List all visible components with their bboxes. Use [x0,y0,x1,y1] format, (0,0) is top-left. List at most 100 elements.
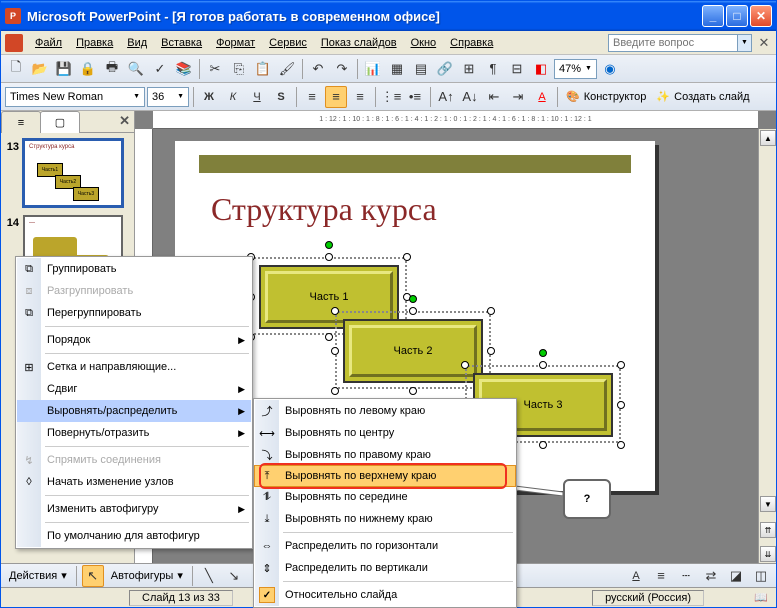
slide-thumbnail[interactable]: Структура курса Часть1 Часть2 Часть3 [23,139,123,207]
increase-indent-icon[interactable]: ⇥ [507,86,529,108]
autoshapes-menu[interactable]: Автофигуры ▾ [107,569,187,582]
line-style-icon[interactable]: ≡ [650,565,672,587]
3d-style-icon[interactable]: ◫ [750,565,772,587]
cm-distribute-h[interactable]: ⇔Распределить по горизонтали [255,535,515,557]
menu-view[interactable]: Вид [121,35,153,51]
undo-icon[interactable]: ↶ [307,58,329,80]
expand-icon[interactable]: ⊞ [458,58,480,80]
align-right-icon[interactable]: ≡ [349,86,371,108]
mdi-close-button[interactable]: ✕ [756,35,772,51]
prev-slide-icon[interactable]: ⇈ [760,522,776,538]
color-icon[interactable]: ◧ [530,58,552,80]
menu-file[interactable]: Файл [29,35,68,51]
designer-button[interactable]: 🎨 Конструктор [562,90,650,103]
spellcheck-status-icon[interactable]: 📖 [708,591,768,604]
cm-relative-to-slide[interactable]: ✓Относительно слайда [255,584,515,606]
ask-dropdown[interactable]: ▼ [738,34,752,52]
cut-icon[interactable]: ✂ [204,58,226,80]
cm-align-left[interactable]: ⤴Выровнять по левому краю [255,400,515,422]
print-icon[interactable]: 🖶 [101,58,123,80]
font-combo[interactable]: Times New Roman▼ [5,87,145,107]
font-color-icon[interactable]: A [625,565,647,587]
save-icon[interactable]: 💾 [53,58,75,80]
menu-edit[interactable]: Правка [70,35,119,51]
ask-question-input[interactable] [608,34,738,52]
cm-regroup[interactable]: ⧉Перегруппировать [17,302,251,324]
bullets-icon[interactable]: •≡ [404,86,426,108]
vertical-scrollbar[interactable]: ▲ ▼ ⇈ ⇊ [758,129,776,567]
grid-icon[interactable]: ⊟ [506,58,528,80]
document-icon[interactable] [5,34,23,52]
decrease-font-icon[interactable]: A↓ [459,86,481,108]
cm-align-middle[interactable]: ⥮Выровнять по середине [255,486,515,508]
cm-reroute[interactable]: ↯Спрямить соединения [17,449,251,471]
underline-icon[interactable]: Ч [246,86,268,108]
line-icon[interactable]: ╲ [198,565,220,587]
cm-order[interactable]: Порядок▶ [17,329,251,351]
cm-edit-points[interactable]: ◊Начать изменение узлов [17,471,251,493]
pane-close-button[interactable]: ✕ [119,113,130,129]
font-color-icon[interactable]: A [531,86,553,108]
copy-icon[interactable]: ⎘ [228,58,250,80]
zoom-combo[interactable]: 47%▼ [554,59,597,79]
new-icon[interactable]: 🗋 [5,58,27,80]
menu-window[interactable]: Окно [405,35,443,51]
permission-icon[interactable]: 🔒 [77,58,99,80]
cm-set-defaults[interactable]: По умолчанию для автофигур [17,525,251,547]
tables-borders-icon[interactable]: ▤ [410,58,432,80]
spellcheck-icon[interactable]: ✓ [149,58,171,80]
cm-distribute-v[interactable]: ⇕Распределить по вертикали [255,557,515,579]
hyperlink-icon[interactable]: 🔗 [434,58,456,80]
chart-icon[interactable]: 📊 [362,58,384,80]
menu-insert[interactable]: Вставка [155,35,208,51]
next-slide-icon[interactable]: ⇊ [760,546,776,562]
align-left-icon[interactable]: ≡ [301,86,323,108]
increase-font-icon[interactable]: A↑ [435,86,457,108]
cm-group[interactable]: ⧉Группировать [17,258,251,280]
cm-align-bottom[interactable]: ⤓Выровнять по нижнему краю [255,508,515,530]
show-formatting-icon[interactable]: ¶ [482,58,504,80]
italic-icon[interactable]: К [222,86,244,108]
shadow-icon[interactable]: S [270,86,292,108]
menu-format[interactable]: Формат [210,35,261,51]
research-icon[interactable]: 📚 [173,58,195,80]
menu-help[interactable]: Справка [444,35,499,51]
select-icon[interactable]: ↖ [82,565,104,587]
menu-tools[interactable]: Сервис [263,35,313,51]
fontsize-combo[interactable]: 36▼ [147,87,189,107]
preview-icon[interactable]: 🔍 [125,58,147,80]
redo-icon[interactable]: ↷ [331,58,353,80]
help-icon[interactable]: ◉ [599,58,621,80]
arrow-style-icon[interactable]: ⇄ [700,565,722,587]
cm-align-top[interactable]: ⤒Выровнять по верхнему краю [254,465,516,487]
bold-icon[interactable]: Ж [198,86,220,108]
dash-style-icon[interactable]: ┄ [675,565,697,587]
table-icon[interactable]: ▦ [386,58,408,80]
cm-rotate[interactable]: Повернуть/отразить▶ [17,422,251,444]
close-button[interactable]: ✕ [750,5,772,27]
slides-tab[interactable]: ▢ [40,111,80,133]
cm-nudge[interactable]: Сдвиг▶ [17,378,251,400]
scroll-down-icon[interactable]: ▼ [760,496,776,512]
shadow-style-icon[interactable]: ◪ [725,565,747,587]
decrease-indent-icon[interactable]: ⇤ [483,86,505,108]
cm-align-distribute[interactable]: Выровнять/распределить▶ [17,400,251,422]
language-indicator[interactable]: русский (Россия) [592,590,704,606]
format-painter-icon[interactable]: 🖌 [276,58,298,80]
shape-part2[interactable]: Часть 2 [343,319,483,383]
cm-change-autoshape[interactable]: Изменить автофигуру▶ [17,498,251,520]
actions-menu[interactable]: Действия ▾ [5,569,71,582]
numbering-icon[interactable]: ⋮≡ [380,86,402,108]
paste-icon[interactable]: 📋 [252,58,274,80]
outline-tab[interactable]: ≡ [1,111,41,133]
open-icon[interactable]: 📂 [29,58,51,80]
cm-align-center[interactable]: ⟷Выровнять по центру [255,422,515,444]
arrow-icon[interactable]: ↘ [223,565,245,587]
minimize-button[interactable]: _ [702,5,724,27]
maximize-button[interactable]: □ [726,5,748,27]
cm-grid[interactable]: ⊞Сетка и направляющие... [17,356,251,378]
menu-slideshow[interactable]: Показ слайдов [315,35,403,51]
scroll-up-icon[interactable]: ▲ [760,130,776,146]
cm-align-right[interactable]: ⤵Выровнять по правому краю [255,444,515,466]
slide-title[interactable]: Структура курса [211,191,437,228]
